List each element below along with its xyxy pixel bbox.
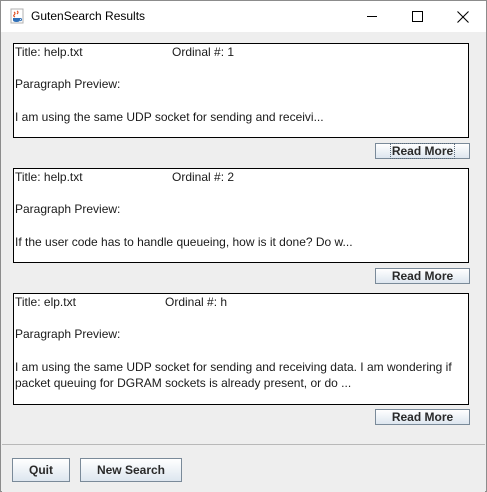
minimize-button[interactable] <box>349 1 395 32</box>
preview-text: I am using the same UDP socket for sendi… <box>15 360 452 390</box>
result-card: Title: help.txt Ordinal #: 2 Paragraph P… <box>13 168 469 263</box>
read-more-label: Read More <box>391 410 454 424</box>
maximize-icon <box>411 11 423 22</box>
results-window: GutenSearch Results Title: help.txt Ordi… <box>0 0 487 492</box>
close-icon <box>457 10 469 23</box>
result-ordinal: Ordinal #: h <box>165 295 228 309</box>
new-search-button[interactable]: New Search <box>80 458 182 482</box>
results-panel[interactable]: Title: help.txt Ordinal #: 1 Paragraph P… <box>2 33 485 443</box>
preview-text: I am using the same UDP socket for sendi… <box>15 110 324 124</box>
preview-label: Paragraph Preview: <box>15 77 121 91</box>
result-ordinal: Ordinal #: 1 <box>172 45 235 59</box>
read-more-label: Read More <box>391 269 454 283</box>
result-card: Title: elp.txt Ordinal #: h Paragraph Pr… <box>13 293 469 405</box>
result-title: Title: elp.txt <box>15 295 76 309</box>
preview-label: Paragraph Preview: <box>15 202 121 216</box>
read-more-button[interactable]: Read More <box>375 143 470 159</box>
java-coffee-cup-icon <box>10 8 24 24</box>
result-title: Title: help.txt <box>15 170 83 184</box>
minimize-icon <box>366 16 377 17</box>
preview-text: If the user code has to handle queueing,… <box>15 235 353 249</box>
result-card: Title: help.txt Ordinal #: 1 Paragraph P… <box>13 43 469 138</box>
footer-panel: Quit New Search <box>2 444 485 492</box>
maximize-button[interactable] <box>394 1 440 32</box>
result-ordinal: Ordinal #: 2 <box>172 170 235 184</box>
title-bar[interactable]: GutenSearch Results <box>1 1 486 32</box>
read-more-button[interactable]: Read More <box>375 268 470 284</box>
result-title: Title: help.txt <box>15 45 83 59</box>
close-button[interactable] <box>440 1 486 32</box>
preview-label: Paragraph Preview: <box>15 327 121 341</box>
read-more-button[interactable]: Read More <box>375 409 470 425</box>
quit-button[interactable]: Quit <box>12 458 70 482</box>
window-title: GutenSearch Results <box>31 9 146 23</box>
read-more-label: Read More <box>389 143 456 159</box>
